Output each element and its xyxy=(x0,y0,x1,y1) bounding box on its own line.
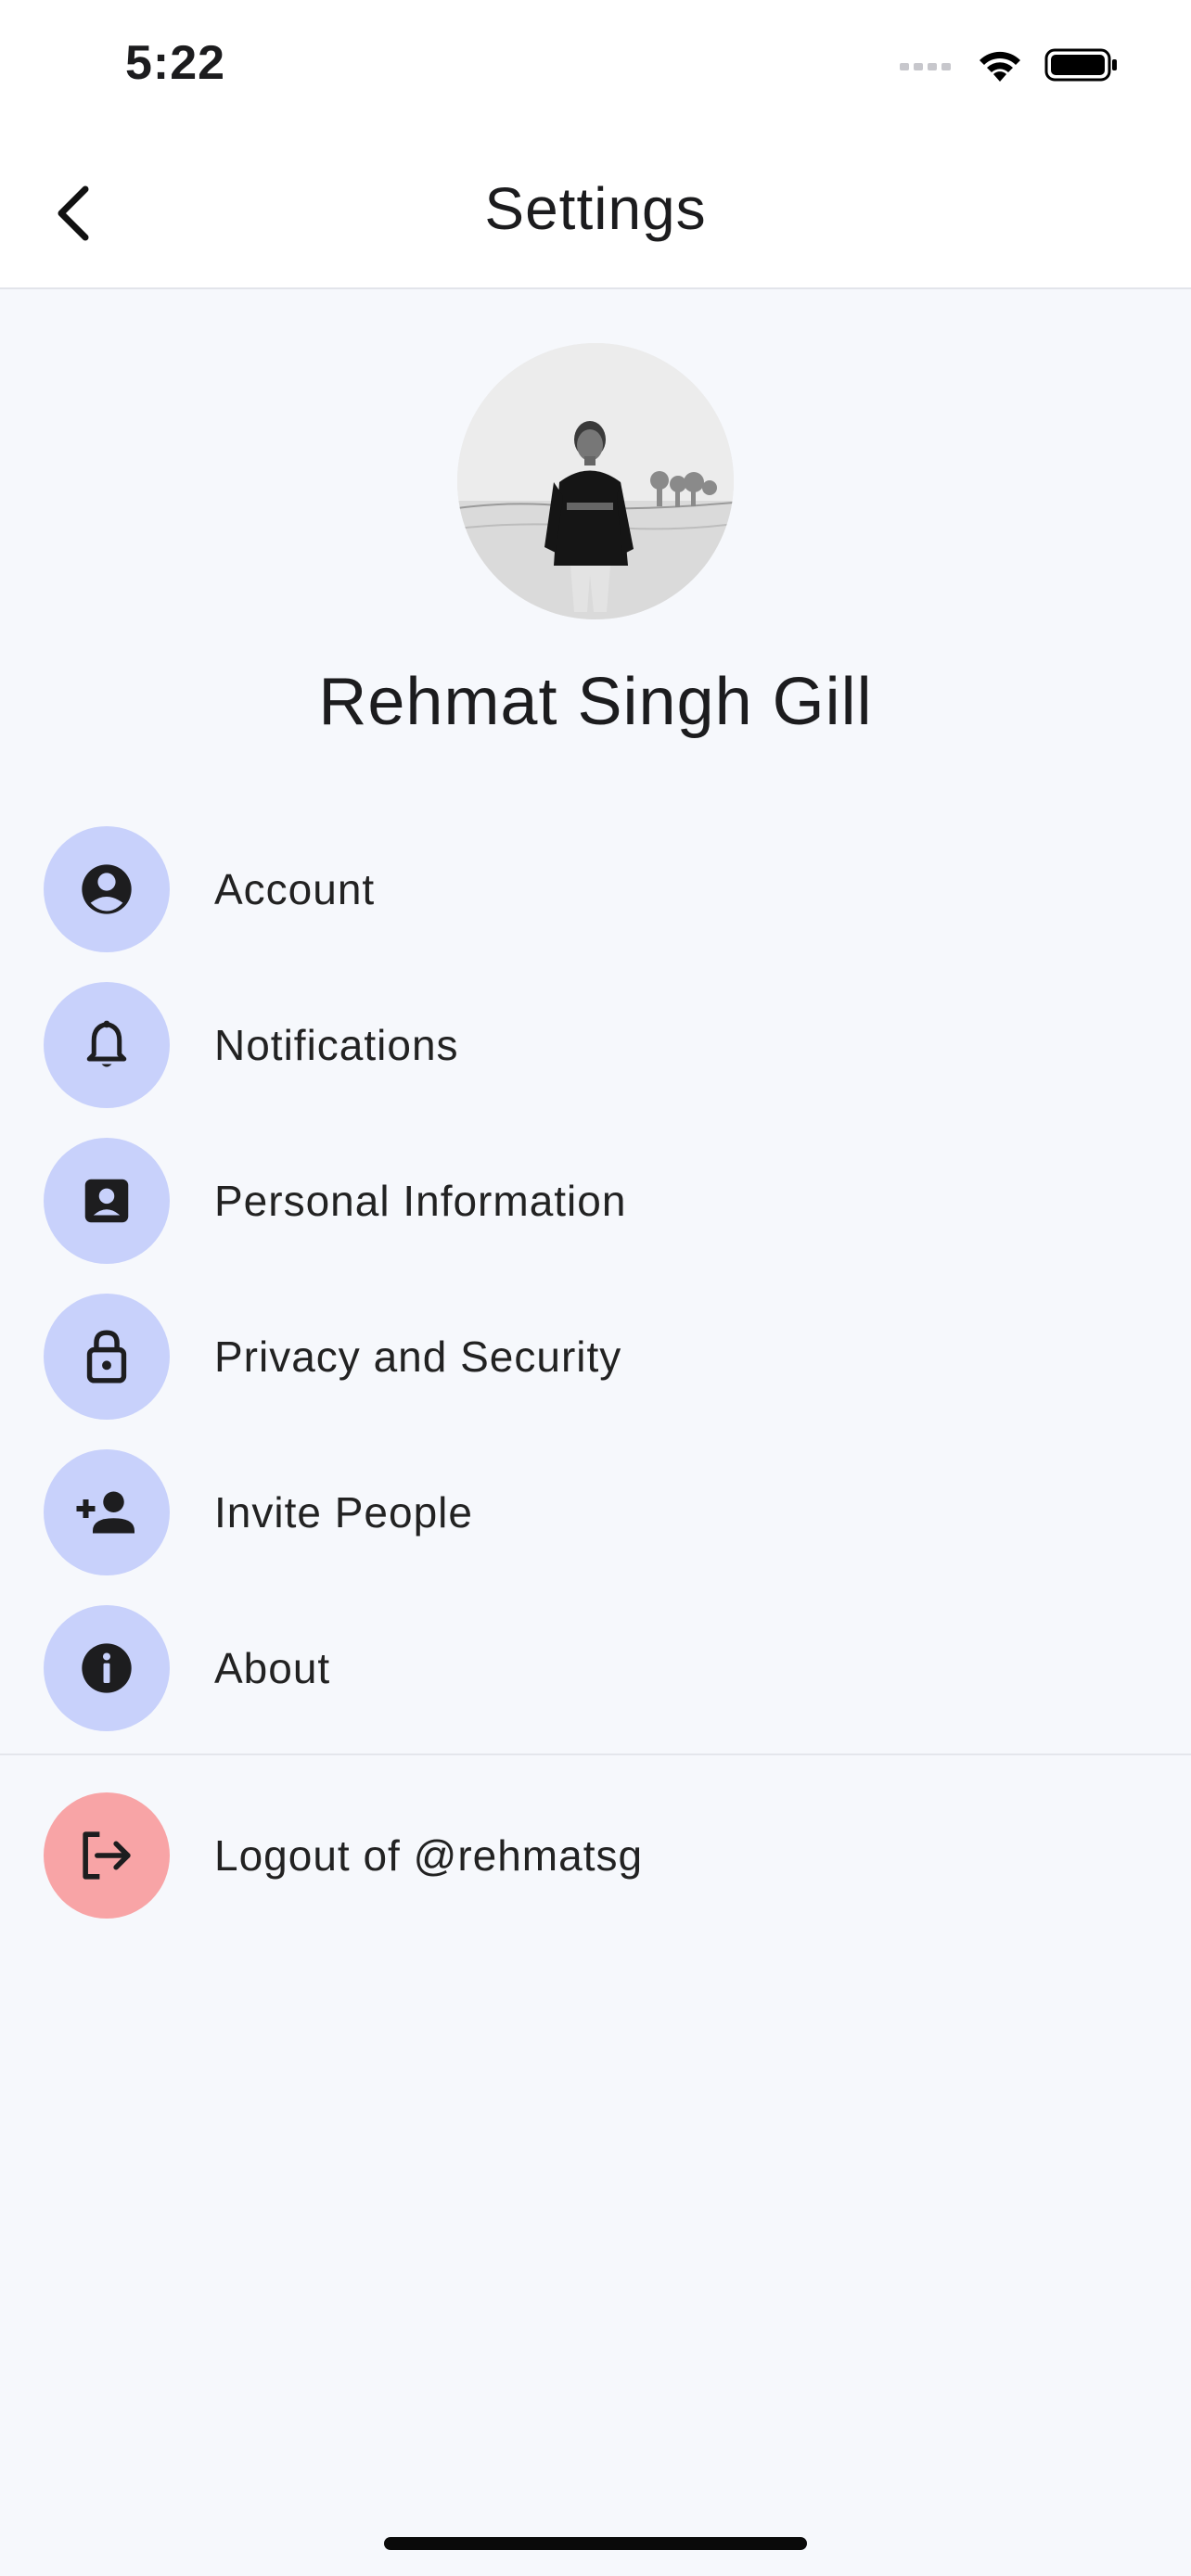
menu-item-label: About xyxy=(214,1644,331,1692)
info-icon xyxy=(44,1605,170,1731)
divider xyxy=(0,1753,1191,1755)
signal-icon xyxy=(900,56,955,79)
status-time: 5:22 xyxy=(125,36,226,90)
contact-card-icon xyxy=(44,1138,170,1264)
page-title: Settings xyxy=(484,175,707,242)
profile-section: Rehmat Singh Gill xyxy=(0,343,1191,740)
menu-item-label: Personal Information xyxy=(214,1177,627,1225)
logout-section: Logout of @rehmatsg xyxy=(0,1778,1191,1933)
logout-button[interactable]: Logout of @rehmatsg xyxy=(0,1778,1191,1933)
battery-icon xyxy=(1044,46,1119,88)
menu-item-notifications[interactable]: Notifications xyxy=(0,967,1191,1123)
wifi-icon xyxy=(976,46,1024,88)
avatar[interactable] xyxy=(457,343,734,619)
home-indicator[interactable] xyxy=(384,2537,807,2550)
logout-icon xyxy=(44,1792,170,1919)
status-icons xyxy=(900,46,1119,88)
menu-item-account[interactable]: Account xyxy=(0,811,1191,967)
status-bar: 5:22 xyxy=(0,0,1191,139)
menu-item-label: Invite People xyxy=(214,1488,473,1537)
menu-item-label: Privacy and Security xyxy=(214,1333,622,1381)
account-circle-icon xyxy=(44,826,170,952)
menu-item-label: Notifications xyxy=(214,1021,459,1069)
menu-item-about[interactable]: About xyxy=(0,1590,1191,1746)
menu-item-privacy-security[interactable]: Privacy and Security xyxy=(0,1279,1191,1435)
nav-bar: Settings xyxy=(0,139,1191,289)
profile-name: Rehmat Singh Gill xyxy=(318,665,873,739)
person-add-icon xyxy=(44,1449,170,1575)
logout-label: Logout of @rehmatsg xyxy=(214,1831,644,1880)
menu-item-personal-information[interactable]: Personal Information xyxy=(0,1123,1191,1279)
menu-item-invite-people[interactable]: Invite People xyxy=(0,1435,1191,1590)
lock-icon xyxy=(44,1294,170,1420)
bell-icon xyxy=(44,982,170,1108)
settings-menu: Account Notifications Personal Informati… xyxy=(0,811,1191,1746)
menu-item-label: Account xyxy=(214,865,376,913)
